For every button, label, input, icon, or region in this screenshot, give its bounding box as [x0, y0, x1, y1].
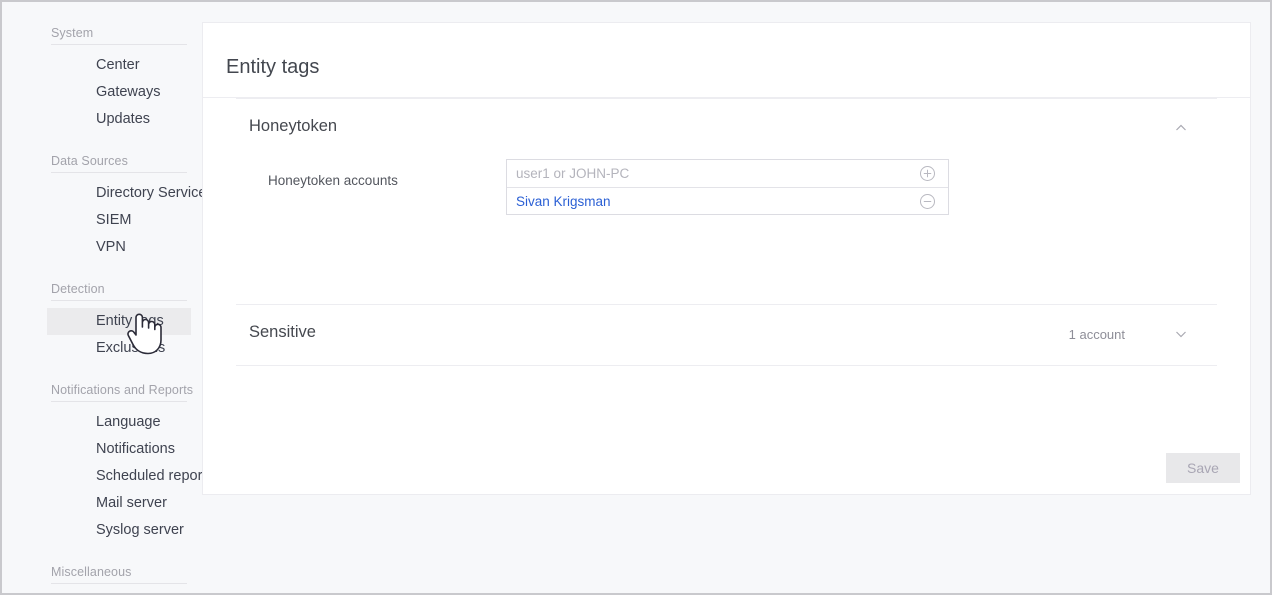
chevron-up-icon[interactable] — [1173, 120, 1189, 136]
sidebar-group: Detection Entity tags Exclusions — [2, 282, 198, 362]
sidebar-item-label: Scheduled reports — [96, 468, 214, 484]
sections-bottom-divider — [236, 365, 1217, 366]
sidebar-group-label: System — [2, 26, 198, 45]
sidebar-group-label: Miscellaneous — [2, 565, 198, 584]
sidebar-group: System Center Gateways Updates — [2, 26, 198, 133]
sidebar-item-label: Center — [96, 57, 140, 73]
sidebar-item-label: Gateways — [96, 84, 161, 100]
sidebar-group: Miscellaneous Licensing — [2, 565, 198, 593]
sensitive-section-header[interactable]: Sensitive 1 account — [236, 305, 1217, 365]
sidebar-group: Data Sources Directory Services SIEM VPN — [2, 154, 214, 261]
sidebar-group-label: Data Sources — [2, 154, 198, 173]
sidebar-item-label: Exclusions — [96, 340, 166, 356]
card-header: Entity tags — [203, 23, 1250, 98]
sidebar-group-label: Notifications and Reports — [2, 383, 198, 402]
sidebar-item-scheduled-reports[interactable]: Scheduled reports — [47, 463, 214, 490]
sidebar-item-language[interactable]: Language — [47, 409, 191, 436]
sidebar-item-label: Mail server — [96, 495, 167, 511]
settings-sidebar: System Center Gateways Updates Data Sources D… — [2, 2, 214, 593]
sensitive-section-title: Sensitive — [249, 323, 316, 341]
sidebar-item-licensing[interactable]: Licensing — [47, 591, 191, 593]
sidebar-item-label: Language — [96, 414, 161, 430]
honeytoken-section-header[interactable]: Honeytoken — [236, 99, 1217, 159]
sidebar-item-label: SIEM — [96, 212, 132, 228]
honeytoken-account-row: Sivan Krigsman — [507, 187, 948, 214]
honeytoken-account-input[interactable] — [516, 160, 910, 187]
honeytoken-section: Honeytoken Honeytoken accounts user1 or … — [236, 98, 1217, 304]
honeytoken-section-body: Honeytoken accounts user1 or JOHN-PC Siv… — [236, 159, 1217, 304]
sidebar-item-label: VPN — [96, 239, 126, 255]
sidebar-item-siem[interactable]: SIEM — [47, 207, 191, 234]
sidebar-item-gateways[interactable]: Gateways — [47, 79, 191, 106]
sidebar-item-label: Syslog server — [96, 522, 184, 538]
sidebar-group-label: Detection — [2, 282, 198, 301]
sidebar-item-exclusions[interactable]: Exclusions — [47, 335, 191, 362]
sensitive-section: Sensitive 1 account — [236, 304, 1217, 365]
sidebar-item-label: Entity tags — [96, 313, 164, 329]
sidebar-item-label: Updates — [96, 111, 151, 127]
sidebar-item-label: Notifications — [96, 441, 175, 457]
sidebar-group: Notifications and Reports Language Notific… — [2, 383, 214, 544]
sidebar-item-center[interactable]: Center — [47, 52, 191, 79]
honeytoken-add-row — [507, 160, 948, 187]
honeytoken-accounts-label: Honeytoken accounts — [268, 173, 398, 188]
sidebar-item-notifications[interactable]: Notifications — [47, 436, 191, 463]
honeytoken-section-title: Honeytoken — [249, 117, 338, 135]
sidebar-item-entity-tags[interactable]: Entity tags — [47, 308, 191, 335]
honeytoken-accounts-list: Sivan Krigsman — [506, 159, 949, 215]
sections-container: Honeytoken Honeytoken accounts user1 or … — [236, 98, 1217, 366]
circle-plus-icon[interactable] — [919, 165, 936, 182]
sidebar-item-updates[interactable]: Updates — [47, 106, 191, 133]
sidebar-item-mail-server[interactable]: Mail server — [47, 490, 191, 517]
sidebar-item-label: Directory Services — [96, 185, 214, 201]
entity-tags-card: Entity tags Honeytoken Honeytoken accoun… — [202, 22, 1251, 495]
honeytoken-account-name[interactable]: Sivan Krigsman — [516, 188, 611, 215]
chevron-down-icon[interactable] — [1173, 326, 1189, 342]
save-button[interactable]: Save — [1166, 453, 1240, 483]
page-title: Entity tags — [226, 56, 320, 78]
app-window: System Center Gateways Updates Data Sources D… — [0, 0, 1272, 595]
sidebar-item-vpn[interactable]: VPN — [47, 234, 191, 261]
sidebar-item-syslog-server[interactable]: Syslog server — [47, 517, 191, 544]
circle-minus-icon[interactable] — [919, 193, 936, 210]
sidebar-item-directory-services[interactable]: Directory Services — [47, 180, 214, 207]
sensitive-account-count: 1 account — [1068, 327, 1125, 342]
